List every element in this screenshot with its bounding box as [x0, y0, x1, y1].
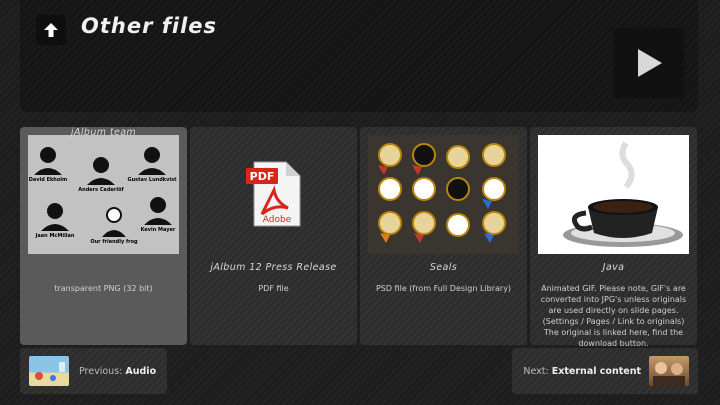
slideshow-play-button[interactable]: [614, 28, 684, 98]
tile-description: PSD file (from Full Design Library): [375, 284, 512, 293]
seals-thumbnail: [368, 135, 519, 254]
next-prefix: Next:: [523, 365, 549, 377]
previous-title: Audio: [125, 365, 157, 377]
team-name-label: Kevin Mayer: [141, 227, 176, 233]
previous-label: Previous: Audio: [79, 366, 156, 377]
external-content-thumbnail-image: [653, 362, 685, 386]
team-collage-image: David Ekholm Anders Cederlöf Gustav Lund…: [28, 135, 179, 254]
audio-thumbnail-image: [35, 362, 65, 381]
up-button[interactable]: [36, 15, 66, 45]
team-name-label: Our friendly frog: [90, 239, 138, 245]
team-name-label: Jaan McMillan: [35, 233, 75, 239]
pdf-badge-label: PDF: [249, 170, 274, 183]
next-thumbnail: [649, 356, 689, 386]
arrow-up-icon: [44, 23, 58, 37]
pdf-thumbnail: PDF Adobe: [198, 135, 349, 254]
file-tile-java[interactable]: Java Animated GIF. Please note, GIF's ar…: [530, 127, 697, 348]
tile-title: jAlbum 12 Press Release: [210, 262, 337, 273]
java-thumbnail: [538, 135, 689, 254]
tile-title: jAlbum team: [70, 127, 137, 138]
team-name-label: David Ekholm: [29, 177, 67, 183]
tile-description: PDF file: [258, 284, 289, 293]
page-title: Other files: [81, 14, 218, 38]
next-title: External content: [551, 365, 641, 377]
tile-title: Java: [602, 262, 625, 273]
pdf-file-icon: PDF Adobe: [245, 161, 300, 226]
tile-title: Seals: [429, 262, 458, 273]
tile-description: Animated GIF. Please note, GIF's are con…: [540, 284, 687, 348]
play-icon: [638, 49, 662, 77]
coffee-cup-image: [538, 135, 689, 254]
team-name-label: Gustav Lundkvist: [128, 177, 178, 183]
adobe-brand-label: Adobe: [262, 215, 291, 225]
file-tile-jalbum-team[interactable]: David Ekholm Anders Cederlöf Gustav Lund…: [20, 127, 187, 345]
seals-collage-image: [368, 135, 519, 254]
next-link[interactable]: Next: External content: [512, 348, 698, 394]
previous-thumbnail: [29, 356, 69, 386]
file-tile-press-release[interactable]: PDF Adobe jAlbum 12 Press Release PDF fi…: [190, 127, 357, 345]
team-name-label: Anders Cederlöf: [78, 187, 124, 193]
previous-prefix: Previous:: [79, 365, 123, 377]
next-label: Next: External content: [523, 366, 641, 377]
previous-link[interactable]: Previous: Audio: [20, 348, 167, 394]
file-tile-seals[interactable]: Seals PSD file (from Full Design Library…: [360, 127, 527, 345]
header-bar: Other files: [20, 0, 698, 112]
tile-description: transparent PNG (32 bit): [54, 284, 153, 293]
team-thumbnail: David Ekholm Anders Cederlöf Gustav Lund…: [28, 135, 179, 254]
